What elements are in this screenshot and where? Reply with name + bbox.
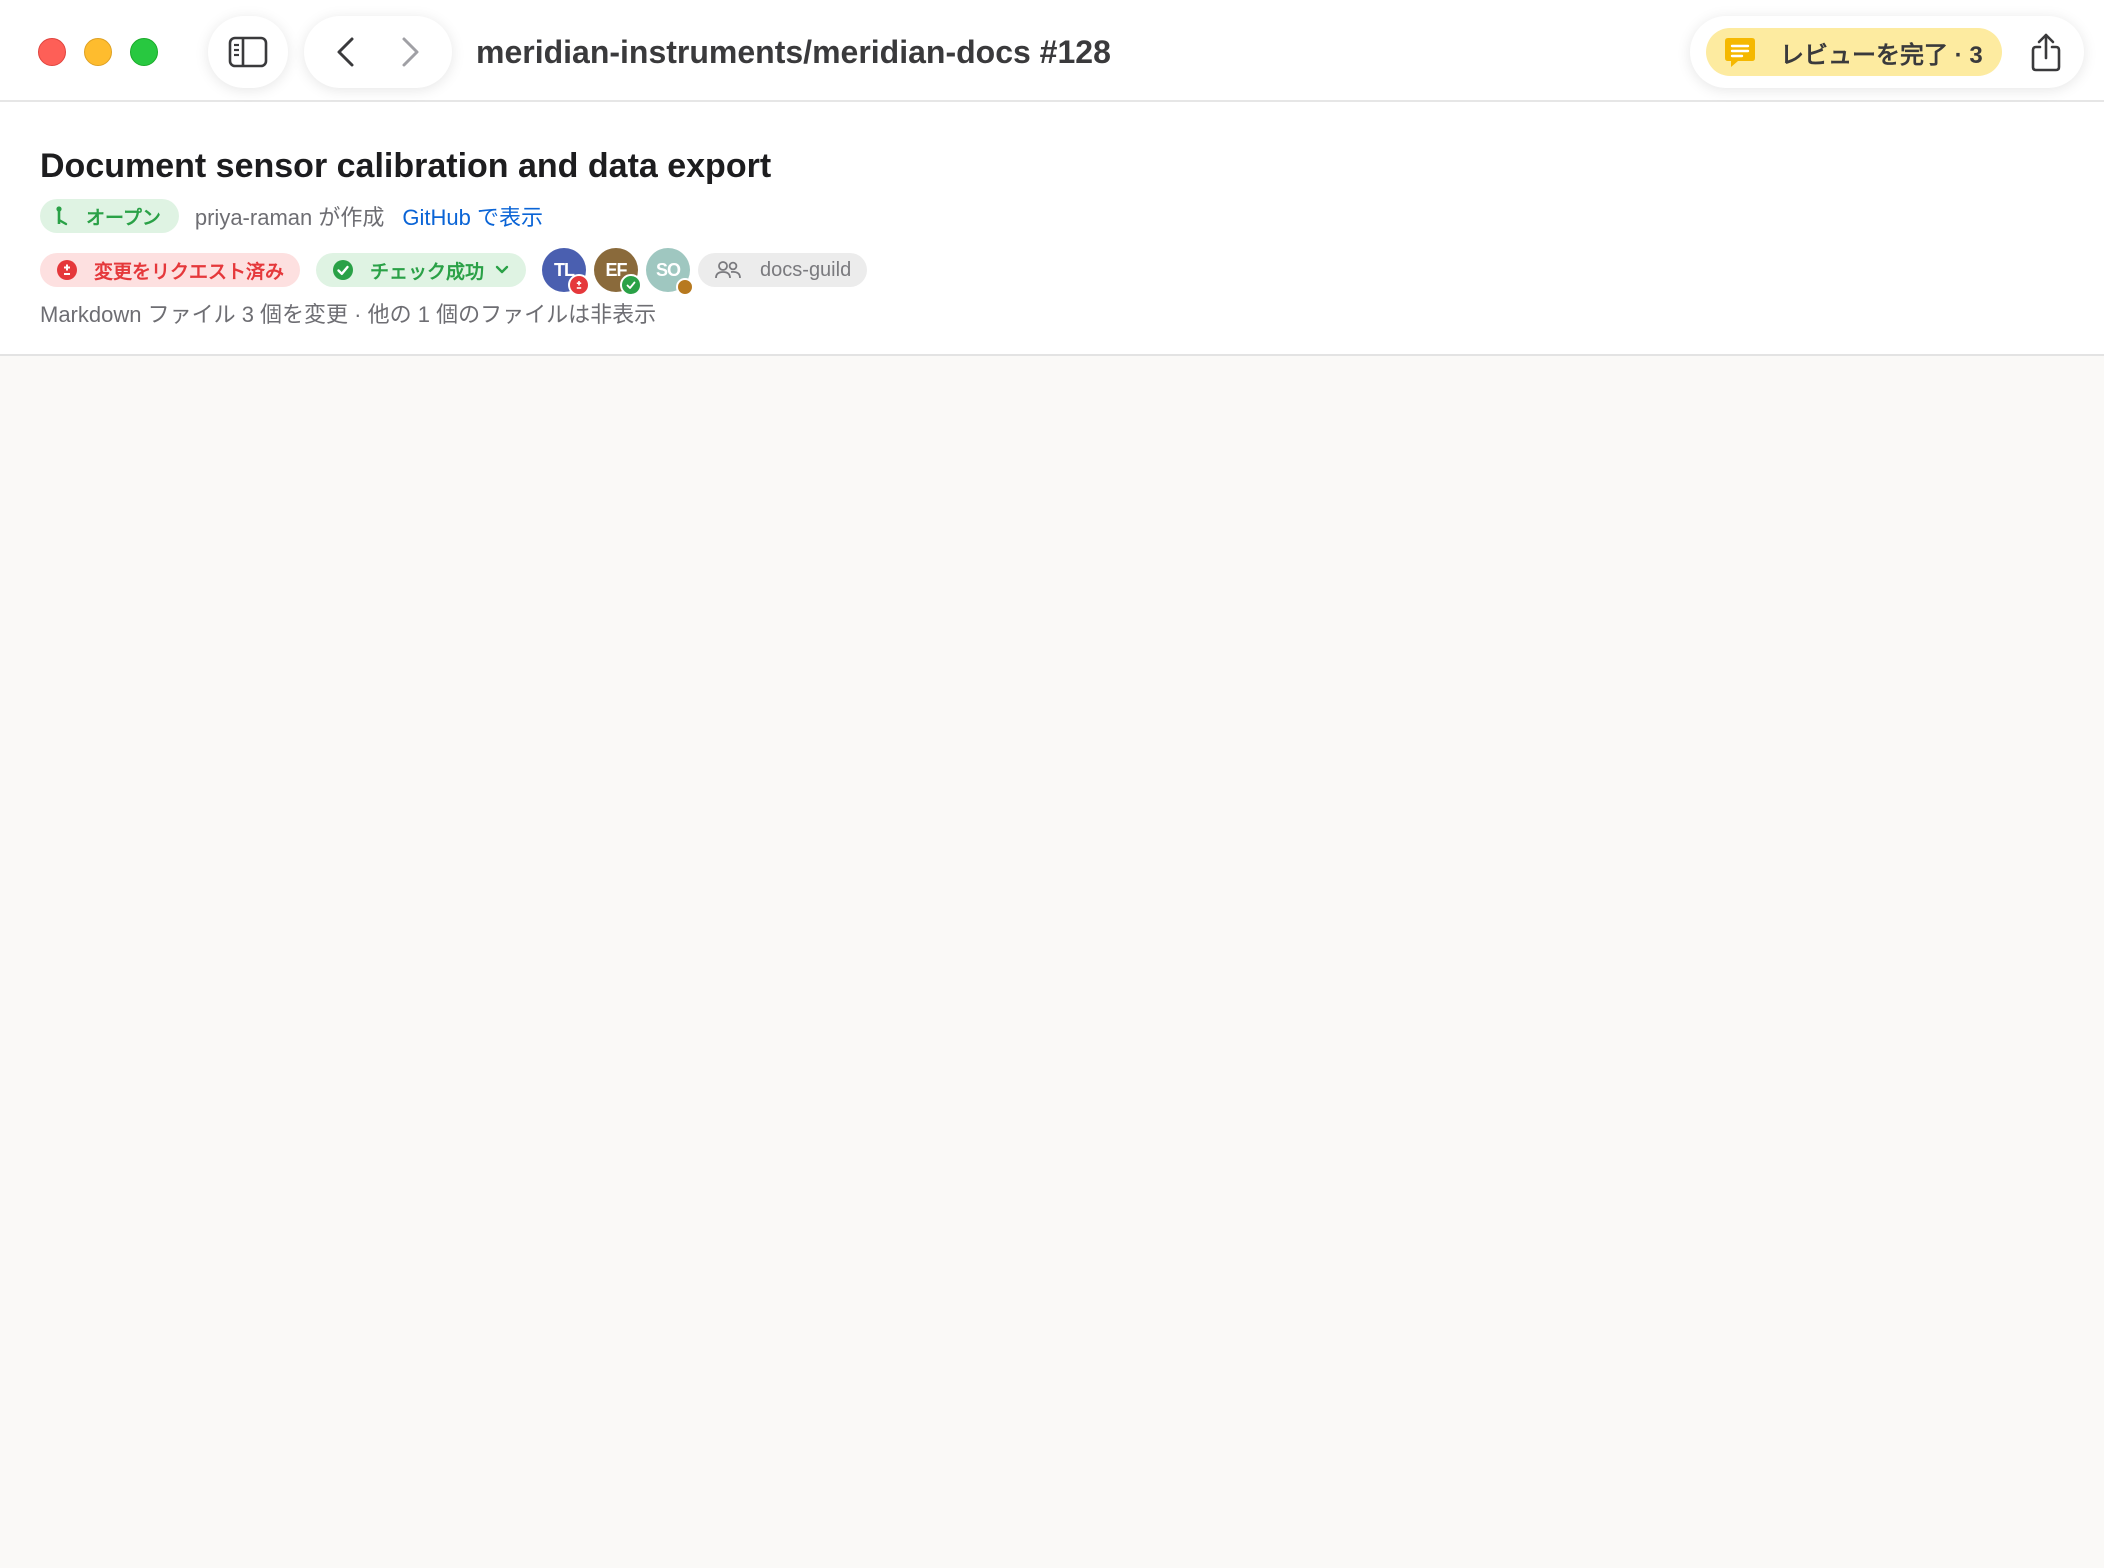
- pull-request-icon: [56, 206, 68, 226]
- share-button[interactable]: [2022, 28, 2070, 76]
- comment-icon: [1725, 38, 1755, 67]
- approved-icon: [620, 274, 643, 296]
- changes-requested-icon: [57, 260, 77, 280]
- changes-requested-icon: [568, 274, 591, 296]
- pr-state-label: オープン: [86, 207, 161, 229]
- close-window-button[interactable]: [38, 38, 66, 66]
- minimize-window-button[interactable]: [84, 38, 112, 66]
- files-summary: Markdown ファイル 3 個を変更 · 他の 1 個のファイルは非表示: [40, 302, 657, 327]
- checks-status-badge[interactable]: チェック成功: [316, 253, 527, 287]
- finish-review-label: レビューを完了 · 3: [1780, 41, 1983, 69]
- share-icon: [2031, 33, 2061, 72]
- chevron-down-icon: [494, 264, 510, 276]
- team-reviewer-chip[interactable]: docs-guild: [698, 253, 868, 287]
- navigation-group: [304, 16, 452, 88]
- pr-state-badge: オープン: [40, 199, 179, 233]
- title-bar: meridian-instruments/meridian-docs #128 …: [0, 0, 2104, 102]
- pr-title: Document sensor calibration and data exp…: [40, 147, 772, 185]
- avatar-initials: SO: [656, 259, 681, 280]
- avatar[interactable]: TL: [542, 248, 591, 296]
- pr-status-row: 変更をリクエスト済み チェック成功 TL EF SO docs-guild: [40, 246, 868, 296]
- check-circle-icon: [333, 260, 354, 280]
- sidebar-toggle-icon: [228, 36, 268, 68]
- chevron-right-icon: [402, 37, 419, 67]
- team-label: docs-guild: [760, 258, 852, 281]
- pending-dot-icon: [676, 278, 695, 296]
- sidebar-toggle-button[interactable]: [208, 16, 288, 88]
- zoom-window-button[interactable]: [130, 38, 158, 66]
- people-icon: [715, 261, 741, 279]
- back-button[interactable]: [322, 28, 370, 76]
- chevron-left-icon: [337, 37, 354, 67]
- pr-header: Document sensor calibration and data exp…: [0, 102, 2104, 356]
- review-status-badge[interactable]: 変更をリクエスト済み: [40, 253, 301, 287]
- forward-button[interactable]: [386, 28, 434, 76]
- toolbar-actions: レビューを完了 · 3: [1690, 16, 2084, 88]
- avatar[interactable]: EF: [594, 248, 643, 296]
- checks-status-label: チェック成功: [370, 261, 485, 283]
- view-on-github-link[interactable]: GitHub で表示: [402, 200, 543, 232]
- reviewer-avatars: TL EF SO: [542, 248, 698, 296]
- pr-meta-row: オープン priya-raman が作成 GitHub で表示: [40, 196, 543, 236]
- finish-review-button[interactable]: レビューを完了 · 3: [1706, 28, 2002, 76]
- window-title: meridian-instruments/meridian-docs #128: [476, 34, 1111, 70]
- avatar[interactable]: SO: [646, 248, 695, 296]
- pr-author: priya-raman が作成: [194, 205, 385, 230]
- content-area: [0, 356, 2104, 1568]
- review-status-label: 変更をリクエスト済み: [94, 261, 285, 283]
